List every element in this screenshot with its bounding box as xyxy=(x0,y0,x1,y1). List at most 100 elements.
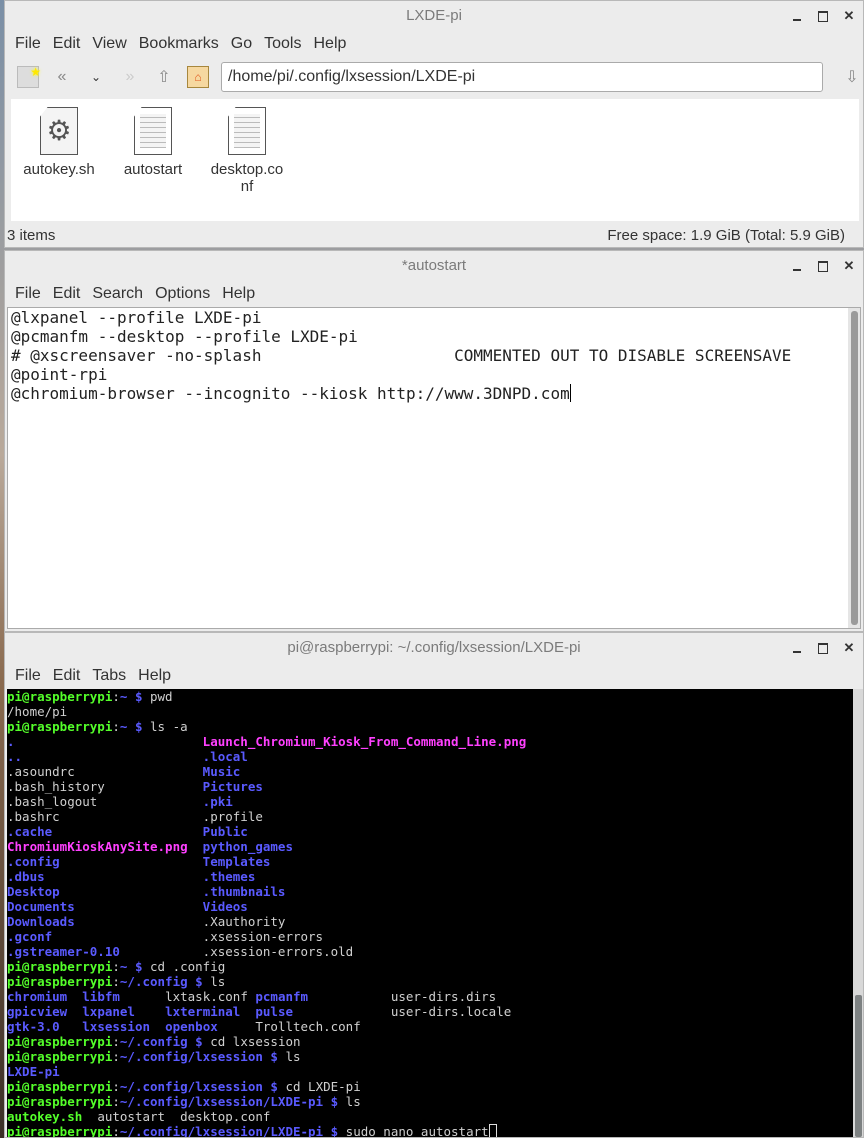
prompt-line: pi@raspberrypi:~/.config/lxsession/LXDE-… xyxy=(7,1124,863,1137)
file-item[interactable]: autostart xyxy=(115,107,191,213)
ls-entry: Trolltech.conf xyxy=(255,1019,361,1034)
command-text: ls xyxy=(202,974,226,989)
minimize-icon[interactable] xyxy=(791,642,803,654)
ls-entry: .bash_history xyxy=(7,779,203,794)
close-icon[interactable]: ✕ xyxy=(843,9,855,22)
editor-line: # @xscreensaver -no-splash COMMENTED OUT… xyxy=(11,346,792,365)
ls-entry: Documents xyxy=(7,899,203,914)
bookmark-icon[interactable] xyxy=(17,65,41,88)
maximize-icon[interactable] xyxy=(817,260,829,272)
prompt-path: ~ $ xyxy=(119,719,143,734)
text-editor-window: *autostart ✕ File Edit Search Options He… xyxy=(4,250,864,632)
menu-edit[interactable]: Edit xyxy=(53,667,81,685)
ls-entry: .pki xyxy=(202,794,233,809)
menu-view[interactable]: View xyxy=(92,35,126,53)
close-icon[interactable]: ✕ xyxy=(843,641,855,654)
ls-entry: autokey.sh xyxy=(7,1109,98,1124)
menu-file[interactable]: File xyxy=(15,285,41,303)
command-text: sudo nano autostart xyxy=(338,1124,489,1137)
scroll-thumb[interactable] xyxy=(851,311,858,625)
prompt-user: pi@raspberrypi xyxy=(7,1034,113,1049)
prompt-line: pi@raspberrypi:~/.config $ cd lxsession xyxy=(7,1034,863,1049)
file-item[interactable]: autokey.sh xyxy=(21,107,97,213)
terminal-scrollbar[interactable] xyxy=(853,689,863,1137)
ls-entry: user-dirs.locale xyxy=(390,1004,512,1019)
output-line: Downloads .Xauthority xyxy=(7,914,863,929)
output-line: .asoundrc Music xyxy=(7,764,863,779)
maximize-icon[interactable] xyxy=(817,10,829,22)
ls-entry: .Xauthority xyxy=(202,914,286,929)
prompt-line: pi@raspberrypi:~/.config/lxsession/LXDE-… xyxy=(7,1094,863,1109)
menu-edit[interactable]: Edit xyxy=(53,285,81,303)
editor-titlebar[interactable]: *autostart ✕ xyxy=(5,251,863,281)
terminal-output[interactable]: pi@raspberrypi:~ $ pwd/home/pi pi@raspber… xyxy=(7,689,863,1137)
home-icon[interactable]: ⌂ xyxy=(187,66,209,88)
prompt-user: pi@raspberrypi xyxy=(7,1124,113,1137)
menu-file[interactable]: File xyxy=(15,667,41,685)
file-item[interactable]: desktop.conf xyxy=(209,107,285,213)
back-icon[interactable]: « xyxy=(51,66,73,88)
prompt-line: pi@raspberrypi:~ $ ls -a xyxy=(7,719,863,734)
menu-help[interactable]: Help xyxy=(313,35,346,53)
editor-line: @pcmanfm --desktop --profile LXDE-pi xyxy=(11,327,358,346)
close-icon[interactable]: ✕ xyxy=(843,259,855,272)
prompt-user: pi@raspberrypi xyxy=(7,719,113,734)
scroll-thumb[interactable] xyxy=(855,995,862,1137)
file-name: desktop.conf xyxy=(210,161,284,195)
minimize-icon[interactable] xyxy=(791,10,803,22)
file-name: autostart xyxy=(123,161,183,178)
menu-go[interactable]: Go xyxy=(231,35,252,53)
ls-entry: Desktop xyxy=(7,884,203,899)
ls-entry: Videos xyxy=(202,899,248,914)
prompt-sep: : xyxy=(112,959,120,974)
output-line: .bash_logout .pki xyxy=(7,794,863,809)
prompt-user: pi@raspberrypi xyxy=(7,959,113,974)
prompt-path: ~/.config/lxsession $ xyxy=(119,1079,278,1094)
menu-options[interactable]: Options xyxy=(155,285,210,303)
path-input[interactable]: /home/pi/.config/lxsession/LXDE-pi xyxy=(221,62,823,92)
menu-help[interactable]: Help xyxy=(138,667,171,685)
history-dropdown-icon[interactable]: ⌄ xyxy=(85,66,107,88)
forward-icon[interactable]: » xyxy=(119,66,141,88)
prompt-sep: : xyxy=(112,1034,120,1049)
editor-line: @lxpanel --profile LXDE-pi xyxy=(11,308,262,327)
prompt-sep: : xyxy=(112,974,120,989)
item-count: 3 items xyxy=(7,226,56,244)
menu-tools[interactable]: Tools xyxy=(264,35,301,53)
prompt-path: ~/.config $ xyxy=(119,1034,203,1049)
go-icon[interactable]: ⇩ xyxy=(841,66,863,88)
ls-entry: gpicview xyxy=(7,1004,83,1019)
window-title: LXDE-pi xyxy=(406,7,462,24)
prompt-line: pi@raspberrypi:~/.config/lxsession $ cd … xyxy=(7,1079,863,1094)
text-area[interactable]: @lxpanel --profile LXDE-pi @pcmanfm --de… xyxy=(7,307,861,629)
output-line: /home/pi xyxy=(7,704,863,719)
minimize-icon[interactable] xyxy=(791,260,803,272)
file-manager-titlebar[interactable]: LXDE-pi ✕ xyxy=(5,1,863,31)
ls-entry: Templates xyxy=(202,854,271,869)
maximize-icon[interactable] xyxy=(817,642,829,654)
ls-entry: chromium xyxy=(7,989,83,1004)
menu-help[interactable]: Help xyxy=(222,285,255,303)
editor-line-text: @chromium-browser --incognito --kiosk ht… xyxy=(11,384,570,403)
ls-entry: .themes xyxy=(202,869,256,884)
menu-search[interactable]: Search xyxy=(92,285,143,303)
ls-entry: . xyxy=(7,734,203,749)
menu-tabs[interactable]: Tabs xyxy=(92,667,126,685)
ls-entry: ChromiumKioskAnySite.png xyxy=(7,839,203,854)
script-gear-icon xyxy=(40,107,78,155)
free-space: Free space: 1.9 GiB (Total: 5.9 GiB) xyxy=(607,226,845,244)
menu-bookmarks[interactable]: Bookmarks xyxy=(139,35,219,53)
menu-file[interactable]: File xyxy=(15,35,41,53)
up-icon[interactable]: ⇧ xyxy=(153,66,175,88)
prompt-path: ~ $ xyxy=(119,689,143,704)
vertical-scrollbar[interactable] xyxy=(848,308,860,628)
command-text: ls xyxy=(277,1049,301,1064)
terminal-titlebar[interactable]: pi@raspberrypi: ~/.config/lxsession/LXDE… xyxy=(5,633,863,663)
command-text: pwd xyxy=(142,689,173,704)
prompt-sep: : xyxy=(112,689,120,704)
output-line: .gconf .xsession-errors xyxy=(7,929,863,944)
menu-edit[interactable]: Edit xyxy=(53,35,81,53)
file-list[interactable]: autokey.sh autostart desktop.conf xyxy=(11,99,859,221)
file-manager-window: LXDE-pi ✕ File Edit View Bookmarks Go To… xyxy=(4,0,864,248)
ls-entry: .xsession-errors xyxy=(202,929,324,944)
